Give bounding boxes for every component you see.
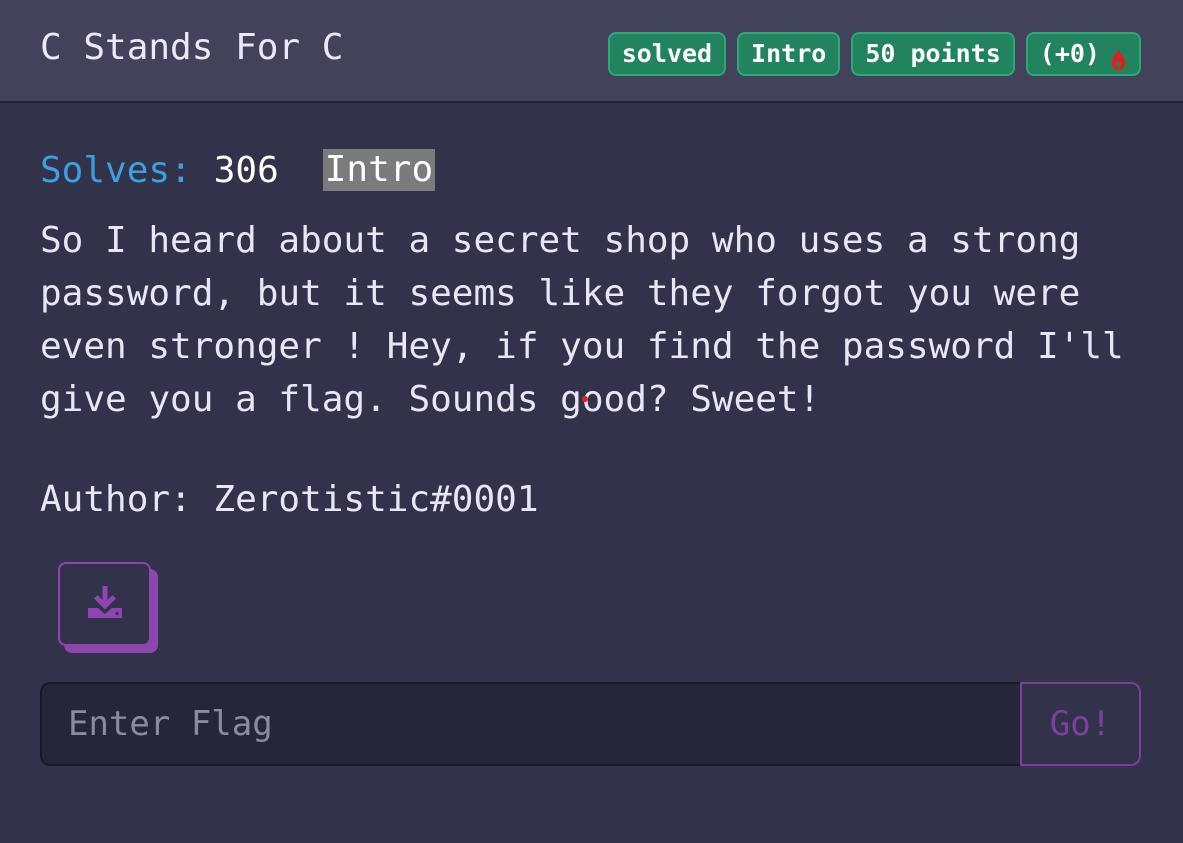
submit-flag-button[interactable]: Go! <box>1020 682 1141 766</box>
solves-count: 306 <box>213 149 279 191</box>
download-icon <box>85 582 125 626</box>
solved-badge-label: solved <box>621 39 713 68</box>
challenge-body: Solves: 306 Intro So I heard about a sec… <box>40 148 1140 426</box>
challenge-author: Author: Zerotistic#0001 <box>40 479 539 520</box>
download-button[interactable] <box>58 562 151 646</box>
category-badge-label: Intro <box>751 39 827 68</box>
blood-badge-label: (+0) <box>1039 39 1100 68</box>
badge-group: solved Intro 50 points (+0) <box>607 32 1141 76</box>
challenge-header: C Stands For C solved Intro 50 points (+… <box>0 0 1183 103</box>
flag-submit-form: Go! <box>40 682 1141 766</box>
category-tag: Intro <box>322 149 436 191</box>
solves-row: Solves: 306 Intro <box>40 148 1140 192</box>
points-badge-label: 50 points <box>865 39 1001 68</box>
blood-badge: (+0) <box>1025 32 1141 76</box>
solved-badge: solved <box>607 32 727 76</box>
points-badge: 50 points <box>851 32 1015 76</box>
category-badge: Intro <box>737 32 841 76</box>
mouse-cursor-indicator <box>582 396 588 402</box>
flag-input[interactable] <box>40 682 1141 766</box>
blood-drop-icon <box>1110 43 1127 70</box>
solves-label: Solves: <box>40 149 192 191</box>
challenge-description: So I heard about a secret shop who uses … <box>40 220 1124 420</box>
challenge-title: C Stands For C <box>40 27 344 68</box>
download-button-wrapper <box>58 562 158 654</box>
